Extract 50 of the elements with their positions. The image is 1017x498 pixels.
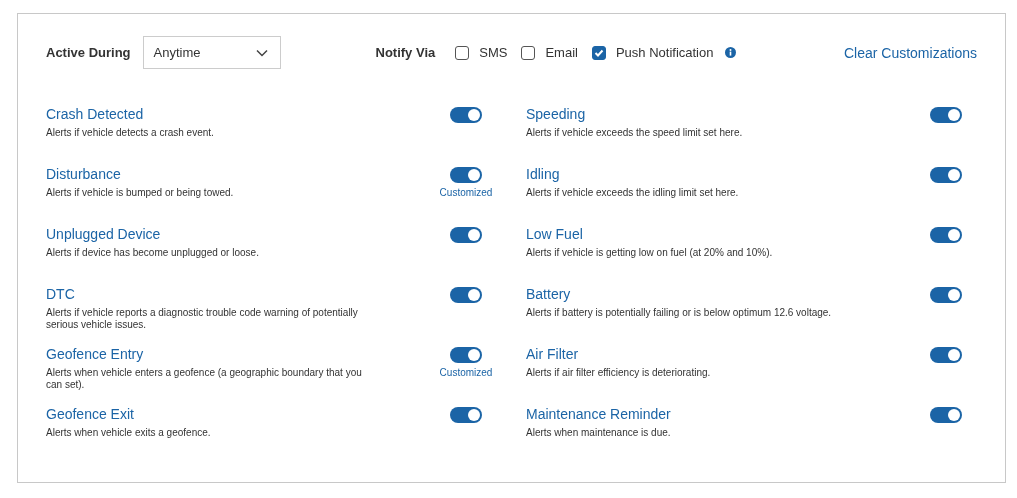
checkbox-label: Push Notification xyxy=(615,45,714,60)
toggle-switch[interactable] xyxy=(930,407,962,423)
alert-title: Air Filter xyxy=(526,346,580,363)
customized-label: Customized xyxy=(439,367,493,378)
toggle-switch[interactable] xyxy=(930,167,962,183)
alert-title: Low Fuel xyxy=(526,226,584,243)
alert-description: Alerts if vehicle detects a crash event. xyxy=(46,127,215,139)
checkbox[interactable] xyxy=(591,45,606,60)
alert-description: Alerts when maintenance is due. xyxy=(526,427,672,439)
alert-description: Alerts if battery is potentially failing or is below optimum 12.6 voltage. xyxy=(526,307,833,319)
chevron-down-icon xyxy=(255,48,268,57)
alert-title: Idling xyxy=(526,166,561,183)
checkbox-label: Email xyxy=(545,45,578,60)
toggle-switch[interactable] xyxy=(450,287,482,303)
alert-description: Alerts if vehicle is bumped or being towed. xyxy=(46,187,235,199)
clear-customizations-link[interactable]: Clear Customizations xyxy=(843,44,977,61)
toggle-switch[interactable] xyxy=(930,227,962,243)
alert-description: Alerts when vehicle exits a geofence. xyxy=(46,427,212,439)
alert-title: Geofence Exit xyxy=(46,406,135,423)
alert-title: Battery xyxy=(526,286,572,303)
toggle-switch[interactable] xyxy=(930,347,962,363)
alert-description: Alerts if vehicle exceeds the speed limit set here. xyxy=(526,127,744,139)
alert-title: Geofence Entry xyxy=(46,346,145,363)
alert-title: Unplugged Device xyxy=(46,226,162,243)
toggle-switch[interactable] xyxy=(450,347,482,363)
alert-title: DTC xyxy=(46,286,76,303)
toggle-switch[interactable] xyxy=(450,227,482,243)
toggle-switch[interactable] xyxy=(450,107,482,123)
alert-title: Maintenance Reminder xyxy=(526,406,672,423)
alert-description: Alerts if device has become unplugged or loose. xyxy=(46,247,260,259)
toggle-switch[interactable] xyxy=(930,107,962,123)
field-label: Active During xyxy=(46,45,131,60)
checkbox[interactable] xyxy=(455,45,470,60)
alert-title: Speeding xyxy=(526,106,587,123)
field-label: Notify Via xyxy=(375,45,436,60)
alert-description: Alerts if air filter efficiency is deteriorating. xyxy=(526,367,712,379)
alert-description: Alerts if vehicle exceeds the idling limit set here. xyxy=(526,187,740,199)
alert-description: Alerts when vehicle enters a geofence (a geographic boundary that you can set). xyxy=(46,367,363,391)
toggle-switch[interactable] xyxy=(450,167,482,183)
active-during-dropdown[interactable]: Anytime xyxy=(142,36,281,69)
alert-description: Alerts if vehicle reports a diagnostic trouble code warning of potentially serious vehicle issues. xyxy=(46,307,359,331)
checkbox-label: SMS xyxy=(479,45,508,60)
alert-title: Disturbance xyxy=(46,166,122,183)
toggle-switch[interactable] xyxy=(450,407,482,423)
checkbox[interactable] xyxy=(521,45,536,60)
toggle-switch[interactable] xyxy=(930,287,962,303)
customized-label: Customized xyxy=(439,187,493,198)
alert-description: Alerts if vehicle is getting low on fuel (at 20% and 10%). xyxy=(526,247,774,259)
info-icon[interactable] xyxy=(725,47,737,58)
alert-title: Crash Detected xyxy=(46,106,145,123)
